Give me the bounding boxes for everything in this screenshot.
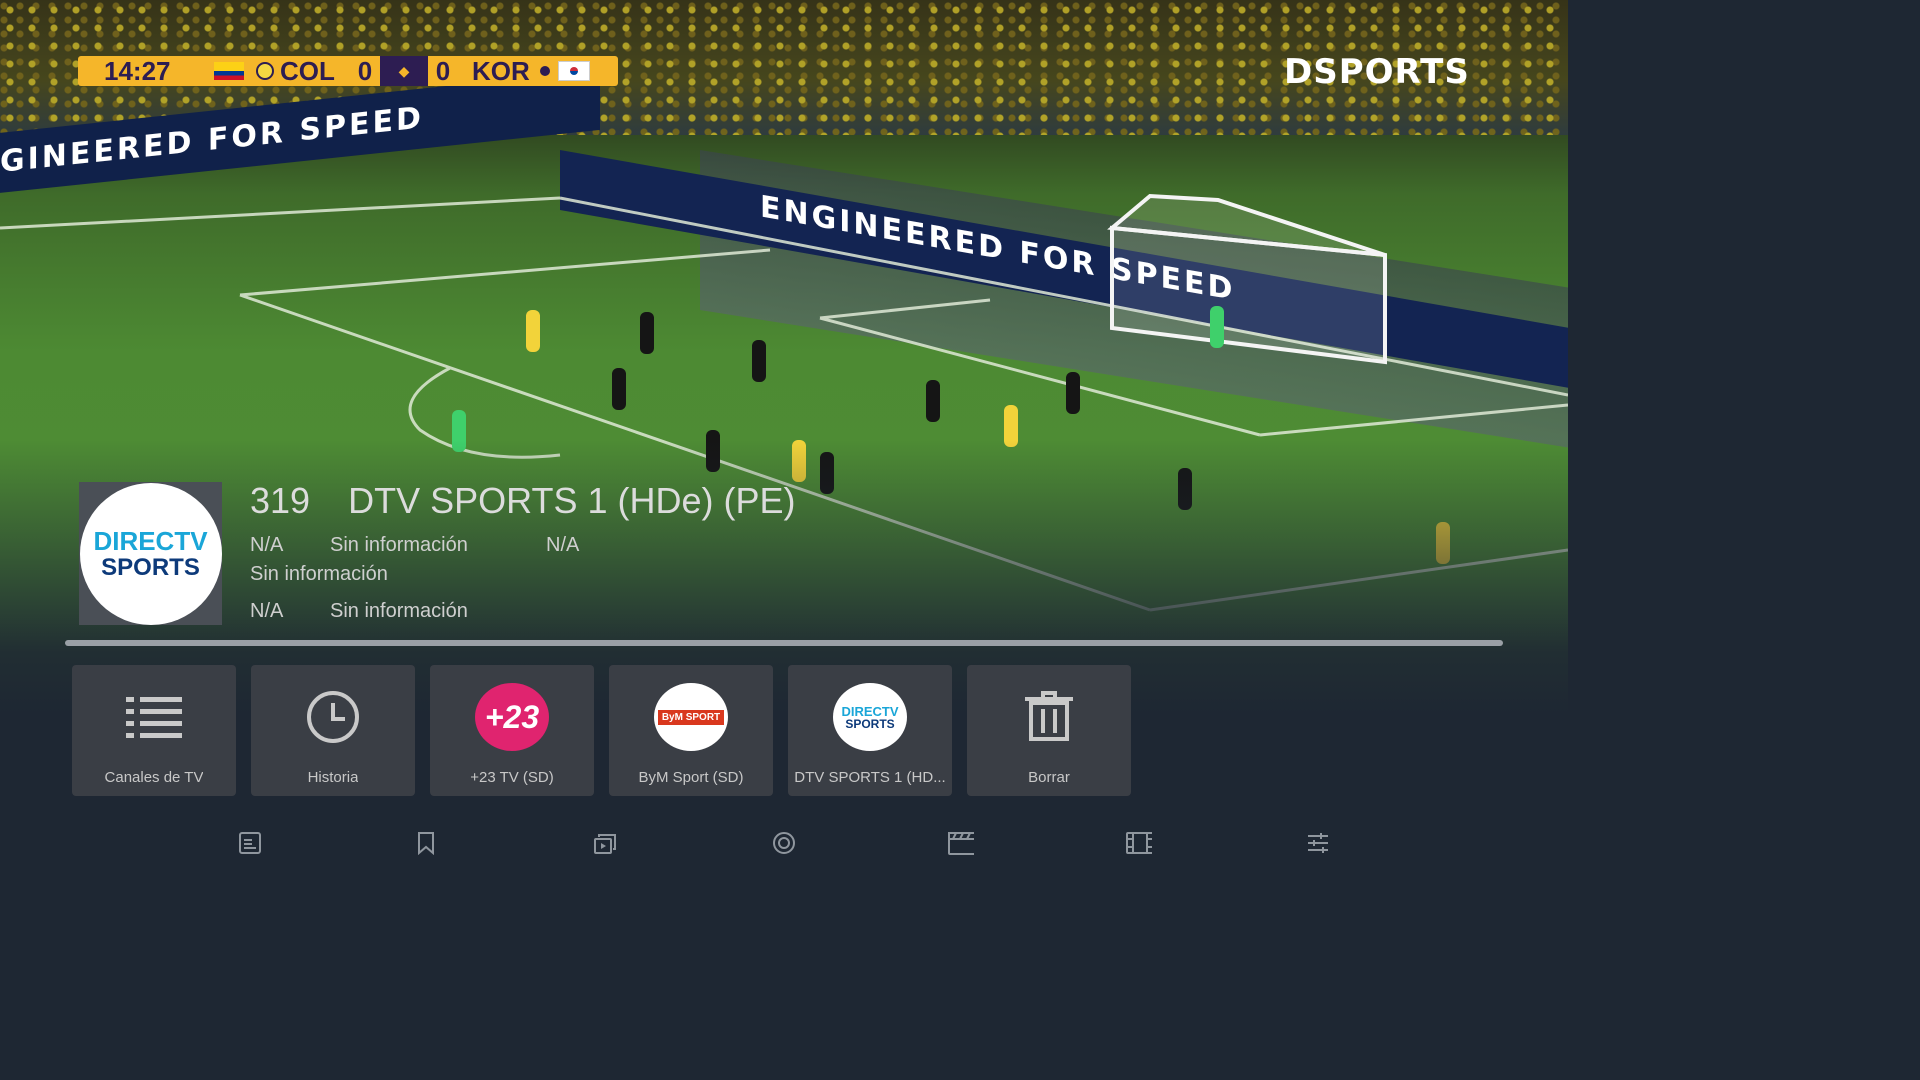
now-program-title: Sin información	[330, 534, 468, 556]
tile-channel-bym-sport[interactable]: ByM SPORT ByM Sport (SD)	[609, 665, 773, 796]
match-clock: 14:27	[104, 55, 171, 86]
tile-label: Canales de TV	[104, 769, 204, 786]
nav-series[interactable]	[1126, 830, 1152, 856]
home-team: COL	[280, 55, 335, 86]
away-score: 0	[435, 55, 451, 86]
next-time: N/A	[250, 600, 284, 622]
program-progress-bar	[65, 640, 1503, 646]
directv-sports-logo: DIRECTV SPORTS	[833, 683, 907, 751]
tile-delete[interactable]: Borrar	[967, 665, 1131, 796]
channel-number: 319	[250, 480, 311, 521]
tile-label: Borrar	[1028, 769, 1070, 786]
tile-channel-dtv-sports-1[interactable]: DIRECTV SPORTS DTV SPORTS 1 (HD...	[788, 665, 952, 796]
possession-dot-icon	[256, 62, 274, 80]
tile-label: +23 TV (SD)	[470, 769, 554, 786]
player	[926, 380, 940, 422]
nav-guide[interactable]	[237, 830, 263, 856]
nav-record[interactable]	[771, 830, 797, 856]
korea-flag-icon	[558, 61, 590, 81]
channel-logo: DIRECTV SPORTS	[79, 482, 222, 625]
scoreboard: 14:27 COL 0 ◆ 0 KOR	[78, 56, 618, 86]
list-icon	[126, 697, 182, 738]
nav-movies[interactable]	[948, 830, 974, 856]
bookmark-icon	[418, 832, 434, 855]
next-program-title: Sin información	[330, 600, 468, 622]
tile-channel-plus23[interactable]: +23 +23 TV (SD)	[430, 665, 594, 796]
away-team: KOR	[472, 55, 530, 86]
directv-sports-logo: DIRECTV SPORTS	[79, 482, 222, 625]
broadcaster-logo: DSPORTS	[1284, 52, 1470, 92]
clock-icon	[307, 691, 359, 743]
film-icon	[1126, 832, 1152, 854]
clapperboard-icon	[948, 832, 974, 855]
tile-label: Historia	[307, 769, 359, 786]
tile-history[interactable]: Historia	[251, 665, 415, 796]
tile-label: DTV SPORTS 1 (HD...	[794, 769, 946, 786]
goal	[1107, 193, 1387, 365]
plus23-logo: +23	[475, 683, 549, 751]
nav-bookmarks[interactable]	[413, 830, 439, 856]
guide-icon	[239, 832, 261, 854]
channel-title: 319 DTV SPORTS 1 (HDe) (PE)	[250, 480, 796, 522]
trash-icon	[1025, 691, 1073, 741]
goalkeeper	[1210, 306, 1224, 348]
player	[752, 340, 766, 382]
colombia-flag-icon	[214, 62, 244, 80]
nav-settings[interactable]	[1305, 830, 1331, 856]
possession-dot-icon	[540, 66, 550, 76]
player	[640, 312, 654, 354]
now-program-description: Sin información	[250, 563, 388, 585]
record-icon	[773, 832, 795, 854]
player	[526, 310, 540, 352]
tile-label: ByM Sport (SD)	[638, 769, 744, 786]
nav-multiview[interactable]	[592, 830, 618, 856]
channel-name: DTV SPORTS 1 (HDe) (PE)	[348, 480, 796, 521]
settings-sliders-icon	[1308, 833, 1328, 853]
player	[612, 368, 626, 410]
tile-tv-channels[interactable]: Canales de TV	[72, 665, 236, 796]
home-score: 0	[357, 55, 373, 86]
now-program-extra: N/A	[546, 534, 580, 556]
now-time: N/A	[250, 534, 284, 556]
multiview-icon	[594, 834, 616, 854]
player	[1066, 372, 1080, 414]
score-separator-icon: ◆	[380, 56, 428, 86]
bym-sport-logo: ByM SPORT	[654, 683, 728, 751]
